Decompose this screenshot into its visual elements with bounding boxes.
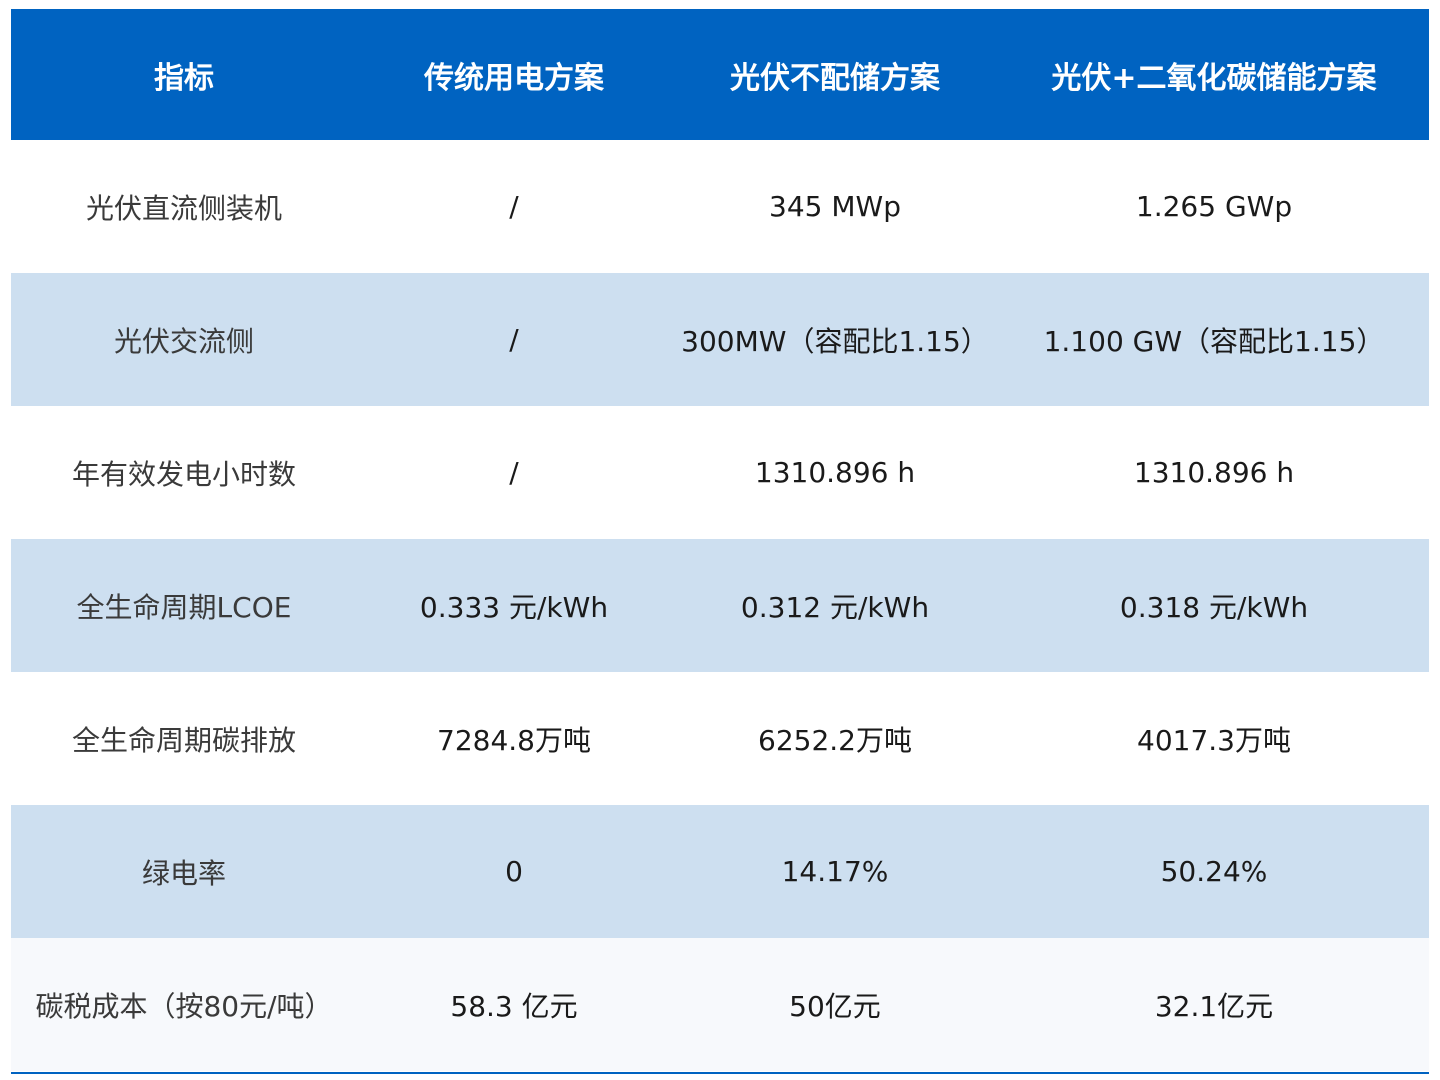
row-label: 年有效发电小时数 [71, 457, 296, 491]
table-cell: 1310.896 h [1133, 456, 1295, 489]
table-row: 绿电率 0 14.17% 50.24% [11, 805, 1429, 938]
table-cell: 0.312 元/kWh [740, 590, 930, 624]
table-bottom-rule [11, 1072, 1429, 1074]
row-label: 全生命周期碳排放 [71, 723, 296, 757]
table-cell: 300MW（容配比1.15） [681, 324, 989, 358]
table-row: 全生命周期碳排放 7284.8万吨 6252.2万吨 4017.3万吨 [11, 672, 1429, 805]
table-header-row: 指标 传统用电方案 光伏不配储方案 光伏+二氧化碳储能方案 [11, 9, 1429, 140]
table-row: 光伏直流侧装机 / 345 MWp 1.265 GWp [11, 140, 1429, 273]
table-cell: 7284.8万吨 [437, 723, 591, 757]
table-cell: / [509, 323, 519, 356]
table-cell: 1310.896 h [754, 456, 916, 489]
table-cell: 50.24% [1160, 855, 1268, 888]
row-label: 光伏交流侧 [113, 324, 254, 358]
table-cell: 345 MWp [769, 190, 901, 223]
row-label: 碳税成本（按80元/吨） [35, 989, 333, 1023]
comparison-table: 指标 传统用电方案 光伏不配储方案 光伏+二氧化碳储能方案 光伏直流侧装机 / … [11, 9, 1429, 1071]
table-cell: 0.333 元/kWh [419, 590, 609, 624]
header-cell-pv-no-storage: 光伏不配储方案 [730, 60, 940, 96]
table-cell: 0.318 元/kWh [1119, 590, 1309, 624]
table-cell: 1.265 GWp [1135, 190, 1293, 223]
table-cell: 0 [505, 855, 523, 888]
table-cell: 32.1亿元 [1154, 989, 1274, 1023]
table-cell: 6252.2万吨 [758, 723, 912, 757]
header-cell-traditional: 传统用电方案 [424, 60, 604, 96]
table-row: 碳税成本（按80元/吨） 58.3 亿元 50亿元 32.1亿元 [11, 938, 1429, 1071]
table-row: 年有效发电小时数 / 1310.896 h 1310.896 h [11, 406, 1429, 539]
table-cell: / [509, 456, 519, 489]
table-cell: 4017.3万吨 [1137, 723, 1291, 757]
header-cell-indicator: 指标 [154, 60, 214, 96]
table-row: 光伏交流侧 / 300MW（容配比1.15） 1.100 GW（容配比1.15） [11, 273, 1429, 406]
table-cell: 1.100 GW（容配比1.15） [1043, 324, 1385, 358]
header-cell-pv-co2-storage: 光伏+二氧化碳储能方案 [1051, 60, 1377, 96]
table-cell: 14.17% [781, 855, 889, 888]
table-cell: 50亿元 [789, 989, 881, 1023]
table-cell: 58.3 亿元 [450, 989, 578, 1023]
table-cell: / [509, 190, 519, 223]
row-label: 光伏直流侧装机 [85, 191, 282, 225]
table-row: 全生命周期LCOE 0.333 元/kWh 0.312 元/kWh 0.318 … [11, 539, 1429, 672]
row-label: 全生命周期LCOE [76, 590, 292, 624]
row-label: 绿电率 [141, 856, 226, 890]
